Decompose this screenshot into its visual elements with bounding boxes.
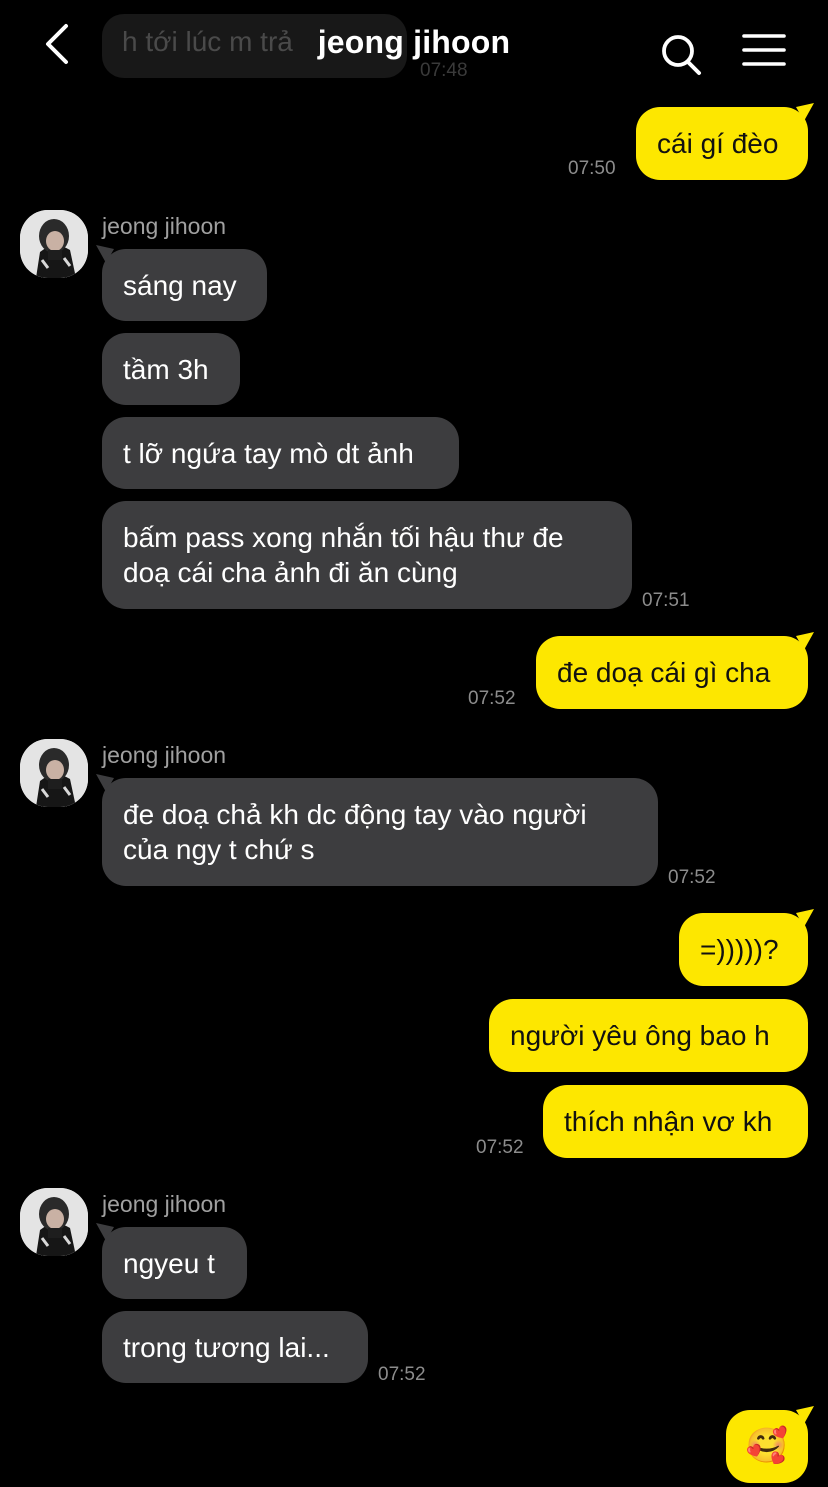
incoming-message-bubble[interactable]: ngyeu t	[102, 1227, 247, 1299]
message-text: thích nhận vơ kh	[564, 1106, 773, 1137]
bubble-tail	[796, 632, 814, 650]
message-text-line: của ngy t chứ s	[123, 834, 315, 865]
incoming-message-bubble[interactable]: tầm 3h	[102, 333, 240, 405]
message-text-line: bấm pass xong nhắn tối hậu thư đe	[123, 522, 564, 553]
message-text: t lỡ ngứa tay mò dt ảnh	[123, 437, 414, 469]
bubble-tail	[796, 909, 814, 927]
sender-name: jeong jihoon	[102, 213, 227, 239]
menu-button[interactable]	[738, 30, 792, 74]
outgoing-message-bubble[interactable]: người yêu ông bao h	[489, 999, 808, 1072]
outgoing-message-bubble[interactable]: đe doạ cái gì cha	[536, 636, 808, 709]
message-text-line: đe doạ chả kh dc động tay vào người	[123, 799, 587, 830]
bubble-tail	[796, 1406, 814, 1424]
incoming-message-bubble[interactable]: t lỡ ngứa tay mò dt ảnh	[102, 417, 459, 489]
message-time: 07:52	[668, 867, 716, 888]
message-text: người yêu ông bao h	[510, 1020, 770, 1051]
message-time: 07:52	[476, 1137, 524, 1158]
search-button[interactable]	[656, 30, 706, 80]
outgoing-message-bubble[interactable]: cái gí đèo	[636, 107, 808, 180]
message-time: 07:50	[568, 158, 616, 179]
sender-name: jeong jihoon	[102, 1191, 227, 1217]
bubble-tail	[796, 103, 814, 121]
message-text: ngyeu t	[123, 1247, 215, 1279]
avatar-photo	[20, 739, 88, 807]
avatar-photo	[20, 1188, 88, 1256]
incoming-message-bubble[interactable]: bấm pass xong nhắn tối hậu thư đe doạ cá…	[102, 501, 632, 609]
menu-icon	[738, 30, 792, 74]
avatar[interactable]	[20, 739, 88, 807]
message-time: 07:51	[642, 590, 690, 611]
message-time: 07:52	[468, 688, 516, 709]
outgoing-message-bubble[interactable]: thích nhận vơ kh	[543, 1085, 808, 1158]
message-text: cái gí đèo	[657, 128, 779, 159]
message-text: đe doạ cái gì cha	[557, 657, 771, 688]
avatar[interactable]	[20, 1188, 88, 1256]
incoming-message-bubble[interactable]: trong tương lai...	[102, 1311, 368, 1383]
message-text: sáng nay	[123, 269, 237, 301]
message-time: 07:52	[378, 1364, 426, 1385]
message-text: tầm 3h	[123, 353, 209, 385]
avatar[interactable]	[20, 210, 88, 278]
avatar-photo	[20, 210, 88, 278]
outgoing-message-bubble[interactable]: =)))))?	[679, 913, 808, 986]
message-text: trong tương lai...	[123, 1331, 330, 1363]
incoming-message-bubble[interactable]: đe doạ chả kh dc động tay vào người của …	[102, 778, 658, 886]
sender-name: jeong jihoon	[102, 742, 227, 768]
smiling-face-with-hearts-icon: 🥰	[745, 1427, 789, 1465]
incoming-message-bubble[interactable]: sáng nay	[102, 249, 267, 321]
message-text: =)))))?	[700, 934, 779, 965]
search-icon	[656, 30, 706, 80]
message-text-line: doạ cái cha ảnh đi ăn cùng	[123, 557, 458, 588]
